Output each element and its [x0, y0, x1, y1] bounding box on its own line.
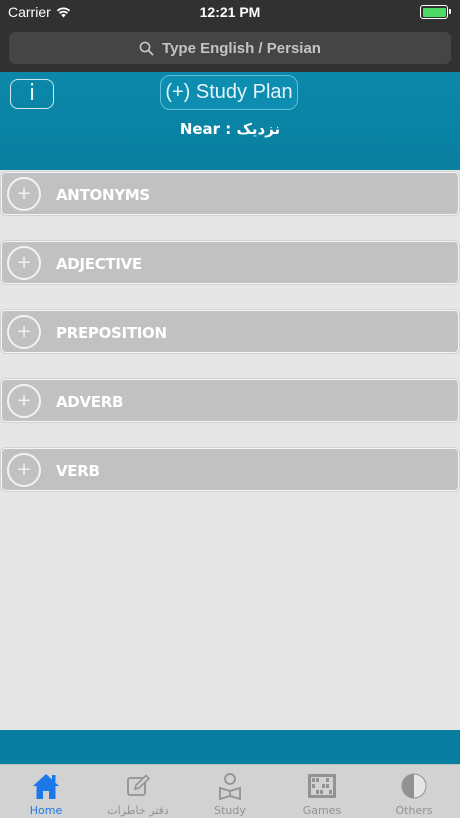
tab-label: دفتر خاطرات [107, 804, 169, 817]
tab-label: Home [29, 804, 63, 817]
search-bar-container: Type English / Persian [0, 24, 460, 72]
notebook-edit-icon [123, 771, 153, 801]
section-preposition[interactable]: + PREPOSITION [1, 310, 459, 353]
tab-study[interactable]: Study [184, 765, 276, 818]
tab-bar: Home دفتر خاطرات Study Games Others [0, 764, 460, 818]
tab-diary[interactable]: دفتر خاطرات [92, 765, 184, 818]
section-adverb[interactable]: + ADVERB [1, 379, 459, 422]
status-time: 12:21 PM [199, 4, 261, 20]
section-label: ADJECTIVE [56, 255, 142, 273]
abacus-icon [307, 771, 337, 801]
status-bar: Carrier 12:21 PM [0, 0, 460, 24]
tab-label: Study [214, 804, 246, 817]
expand-icon[interactable]: + [7, 246, 41, 280]
expand-icon[interactable]: + [7, 453, 41, 487]
home-icon [31, 771, 61, 801]
study-plan-button[interactable]: (+) Study Plan [160, 75, 298, 110]
bottom-banner [0, 730, 460, 764]
tab-label: Others [395, 804, 433, 817]
tab-label: Games [302, 804, 342, 817]
pie-icon [399, 771, 429, 801]
info-button[interactable]: i [10, 79, 54, 109]
search-icon [139, 41, 154, 56]
section-label: PREPOSITION [56, 324, 167, 342]
tab-others[interactable]: Others [368, 765, 460, 818]
section-label: ANTONYMS [56, 186, 150, 204]
search-input[interactable]: Type English / Persian [9, 32, 451, 64]
section-antonyms[interactable]: + ANTONYMS [1, 172, 459, 215]
word-title: Near : نزدیک [179, 120, 281, 138]
expand-icon[interactable]: + [7, 315, 41, 349]
search-placeholder: Type English / Persian [162, 39, 321, 57]
tab-games[interactable]: Games [276, 765, 368, 818]
section-label: ADVERB [56, 393, 124, 411]
expand-icon[interactable]: + [7, 384, 41, 418]
section-adjective[interactable]: + ADJECTIVE [1, 241, 459, 284]
section-label: VERB [56, 462, 100, 480]
tab-home[interactable]: Home [0, 765, 92, 818]
section-verb[interactable]: + VERB [1, 448, 459, 491]
battery-icon [420, 5, 451, 19]
expand-icon[interactable]: + [7, 177, 41, 211]
study-icon [215, 771, 245, 801]
